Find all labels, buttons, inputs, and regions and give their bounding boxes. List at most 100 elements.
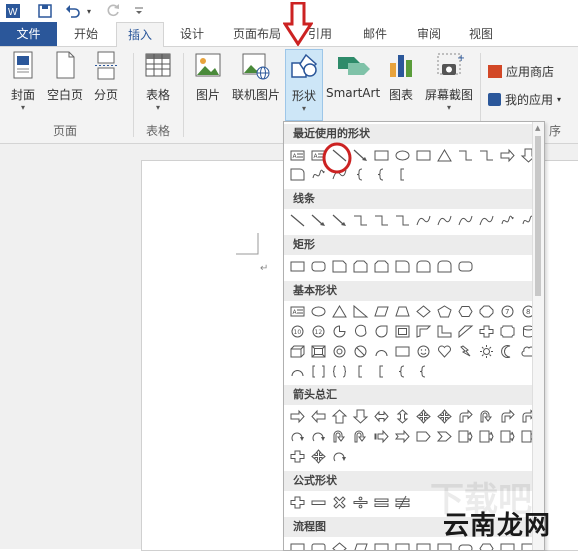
shape-arrowU-icon[interactable] xyxy=(330,408,349,425)
shape-curve-icon[interactable] xyxy=(477,212,496,229)
shape-star10-icon[interactable]: 10 xyxy=(288,323,307,340)
shape-flowProc-icon[interactable] xyxy=(288,540,307,550)
shape-callout-icon[interactable] xyxy=(477,428,496,445)
shape-circArrow-icon[interactable] xyxy=(288,428,307,445)
shape-plus-icon[interactable] xyxy=(477,323,496,340)
shape-plus-icon[interactable] xyxy=(288,494,307,511)
shape-equal-icon[interactable] xyxy=(372,494,391,511)
undo-dropdown-icon[interactable]: ▾ xyxy=(84,2,94,20)
shape-plus-icon[interactable] xyxy=(288,448,307,465)
shape-tri-icon[interactable] xyxy=(435,147,454,164)
tab-page-layout[interactable]: 页面布局 xyxy=(226,22,288,46)
shapes-button[interactable]: 形状 ▾ xyxy=(285,49,323,121)
shape-noteq-icon[interactable] xyxy=(393,494,412,511)
shape-curve-icon[interactable] xyxy=(456,212,475,229)
shape-flowDoc-icon[interactable] xyxy=(414,540,433,550)
app-store-button[interactable]: 应用商店 xyxy=(488,63,554,80)
shape-arrowR-icon[interactable] xyxy=(498,147,517,164)
shape-flowData-icon[interactable] xyxy=(351,540,370,550)
shape-curve-icon[interactable] xyxy=(414,212,433,229)
shape-line-icon[interactable] xyxy=(288,212,307,229)
shape-chevron-icon[interactable] xyxy=(435,428,454,445)
shape-bentArrow-icon[interactable] xyxy=(456,408,475,425)
shape-snip2-icon[interactable] xyxy=(372,258,391,275)
shape-bracket-icon[interactable] xyxy=(393,166,412,183)
shape-flowDec-icon[interactable] xyxy=(330,540,349,550)
shape-arrowline-icon[interactable] xyxy=(309,212,328,229)
shape-callout-icon[interactable] xyxy=(456,428,475,445)
table-button[interactable]: 表格 ▾ xyxy=(140,51,176,112)
shape-elbow-icon[interactable] xyxy=(351,212,370,229)
shape-rect-icon[interactable] xyxy=(372,147,391,164)
shape-sun-icon[interactable] xyxy=(477,343,496,360)
shape-quad-icon[interactable] xyxy=(414,408,433,425)
shape-diamond-icon[interactable] xyxy=(414,303,433,320)
shape-frame-icon[interactable] xyxy=(393,323,412,340)
chart-button[interactable]: 图表 xyxy=(384,51,418,103)
tab-mailings[interactable]: 邮件 xyxy=(352,22,398,46)
shape-callout-icon[interactable] xyxy=(498,428,517,445)
shape-trap-icon[interactable] xyxy=(393,303,412,320)
shape-rect-icon[interactable] xyxy=(393,343,412,360)
cover-page-button[interactable]: 封面 ▾ xyxy=(6,51,40,112)
shape-cube-icon[interactable] xyxy=(288,343,307,360)
shape-quad-icon[interactable] xyxy=(435,408,454,425)
shape-elbow-icon[interactable] xyxy=(393,212,412,229)
shape-circArrow-icon[interactable] xyxy=(330,448,349,465)
scrollbar[interactable]: ▲ xyxy=(532,122,544,550)
scrollbar-thumb[interactable] xyxy=(535,136,541,296)
shape-ellipse-icon[interactable] xyxy=(393,147,412,164)
shape-hex-icon[interactable] xyxy=(456,303,475,320)
page-break-button[interactable]: 分页 xyxy=(88,51,124,103)
scroll-up-icon[interactable]: ▲ xyxy=(535,124,540,132)
online-picture-button[interactable]: 联机图片 xyxy=(230,51,282,103)
shape-ellipse-icon[interactable] xyxy=(309,303,328,320)
shape-notchR-icon[interactable] xyxy=(393,428,412,445)
shape-oct-icon[interactable] xyxy=(477,303,496,320)
shape-rect-icon[interactable] xyxy=(414,147,433,164)
shape-rect-icon[interactable] xyxy=(288,258,307,275)
shape-lshape-icon[interactable] xyxy=(435,323,454,340)
shape-round2-icon[interactable] xyxy=(414,258,433,275)
shape-textbox-icon[interactable]: A xyxy=(288,147,307,164)
shape-bracket-icon[interactable] xyxy=(372,363,391,380)
shape-smiley-icon[interactable] xyxy=(414,343,433,360)
undo-icon[interactable] xyxy=(64,2,82,20)
tab-view[interactable]: 视图 xyxy=(458,22,504,46)
shape-diag-icon[interactable] xyxy=(456,323,475,340)
smartart-button[interactable]: SmartArt xyxy=(326,51,380,100)
shape-scribble-icon[interactable] xyxy=(498,212,517,229)
shape-elbow-icon[interactable] xyxy=(477,147,496,164)
shape-tear-icon[interactable] xyxy=(372,323,391,340)
shape-uturn-icon[interactable] xyxy=(477,408,496,425)
shape-pent-icon[interactable] xyxy=(435,303,454,320)
shape-brace-icon[interactable] xyxy=(393,363,412,380)
shape-halfframe-icon[interactable] xyxy=(414,323,433,340)
shape-plaque-icon[interactable] xyxy=(498,323,517,340)
shape-brace-icon[interactable] xyxy=(372,166,391,183)
shape-arrowUD-icon[interactable] xyxy=(393,408,412,425)
shape-star7-icon[interactable]: 7 xyxy=(498,303,517,320)
shape-textbox-icon[interactable]: A xyxy=(288,303,307,320)
shape-rtri-icon[interactable] xyxy=(351,303,370,320)
shape-round1-icon[interactable] xyxy=(288,166,307,183)
tab-review[interactable]: 审阅 xyxy=(406,22,452,46)
shape-tri-icon[interactable] xyxy=(330,303,349,320)
shape-circArrow-icon[interactable] xyxy=(309,428,328,445)
shape-moon-icon[interactable] xyxy=(498,343,517,360)
shape-bentArrow-icon[interactable] xyxy=(498,408,517,425)
shape-flowAlt-icon[interactable] xyxy=(309,540,328,550)
shape-dblbracket-icon[interactable] xyxy=(309,363,328,380)
shape-elbow-icon[interactable] xyxy=(456,147,475,164)
shape-curve-icon[interactable] xyxy=(435,212,454,229)
redo-icon[interactable] xyxy=(104,2,122,20)
shape-uturn-icon[interactable] xyxy=(351,428,370,445)
shape-times-icon[interactable] xyxy=(330,494,349,511)
shape-pentarrow-icon[interactable] xyxy=(414,428,433,445)
shape-quad-icon[interactable] xyxy=(309,448,328,465)
tab-insert[interactable]: 插入 xyxy=(116,22,164,48)
shape-star12-icon[interactable]: 12 xyxy=(309,323,328,340)
blank-page-button[interactable]: 空白页 xyxy=(44,51,86,103)
shape-dblbrace-icon[interactable] xyxy=(330,363,349,380)
shape-brace-icon[interactable] xyxy=(414,363,433,380)
